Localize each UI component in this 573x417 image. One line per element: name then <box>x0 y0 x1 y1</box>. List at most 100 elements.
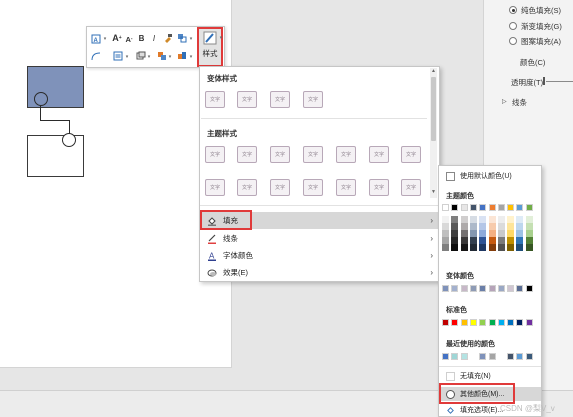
style-swatch[interactable]: 文字 <box>303 91 323 108</box>
style-swatch[interactable]: 文字 <box>205 146 225 163</box>
color-swatch[interactable] <box>469 216 477 223</box>
color-swatch[interactable] <box>460 223 468 230</box>
color-swatch[interactable] <box>442 216 449 223</box>
color-swatch[interactable] <box>469 204 477 211</box>
arrange-icon[interactable] <box>135 50 147 62</box>
shape-outline-icon[interactable] <box>176 50 188 62</box>
color-swatch[interactable] <box>451 244 459 251</box>
color-swatch[interactable] <box>469 285 477 292</box>
color-swatch[interactable] <box>442 244 449 251</box>
connector-line[interactable] <box>69 120 70 134</box>
connector-line[interactable] <box>40 120 70 121</box>
scroll-down-icon[interactable]: ▼ <box>430 189 437 195</box>
default-color-item[interactable]: 使用默认颜色(U) <box>439 169 541 183</box>
style-swatch[interactable]: 文字 <box>303 179 323 196</box>
color-swatch[interactable] <box>516 230 524 237</box>
chevron-down-icon[interactable]: ▾ <box>147 51 151 63</box>
bold-button[interactable]: B <box>137 32 146 44</box>
color-swatch[interactable] <box>497 204 505 211</box>
color-swatch[interactable] <box>488 319 496 326</box>
color-swatch[interactable] <box>525 353 533 360</box>
color-swatch[interactable] <box>507 319 515 326</box>
color-swatch[interactable] <box>479 285 487 292</box>
style-swatch[interactable]: 文字 <box>303 146 323 163</box>
color-swatch[interactable] <box>525 319 533 326</box>
color-swatch[interactable] <box>451 285 459 292</box>
gradient-fill-radio[interactable] <box>509 22 517 30</box>
color-swatch[interactable] <box>460 204 468 211</box>
color-swatch[interactable] <box>516 204 524 211</box>
color-swatch[interactable] <box>442 285 449 292</box>
color-swatch[interactable] <box>460 353 468 360</box>
italic-button[interactable]: I <box>150 32 158 44</box>
color-swatch[interactable] <box>488 230 496 237</box>
color-swatch[interactable] <box>479 319 487 326</box>
font-shrink-button[interactable]: A- <box>124 33 134 45</box>
color-swatch[interactable] <box>442 319 449 326</box>
curve-connector-icon[interactable] <box>90 50 102 62</box>
color-swatch[interactable] <box>525 244 533 251</box>
color-swatch[interactable] <box>451 216 459 223</box>
scroll-up-icon[interactable]: ▲ <box>430 68 437 74</box>
font-grow-button[interactable]: A + <box>112 32 122 44</box>
font-color-menu-item[interactable]: A 字体颜色 › <box>200 247 439 264</box>
quick-styles-icon[interactable] <box>176 32 188 44</box>
color-swatch[interactable] <box>507 230 515 237</box>
color-swatch[interactable] <box>479 216 487 223</box>
color-swatch[interactable] <box>497 223 505 230</box>
color-swatch[interactable] <box>479 230 487 237</box>
color-swatch[interactable] <box>442 353 449 360</box>
gradient-fill-label[interactable]: 渐变填充(G) <box>521 21 562 32</box>
color-swatch[interactable] <box>488 353 496 360</box>
align-icon[interactable] <box>112 50 124 62</box>
line-section-label[interactable]: 线条 <box>512 97 527 108</box>
color-swatch[interactable] <box>525 216 533 223</box>
color-swatch[interactable] <box>488 237 496 244</box>
pattern-fill-label[interactable]: 图案填充(A) <box>521 36 561 47</box>
format-painter-icon[interactable] <box>162 32 174 44</box>
color-swatch[interactable] <box>451 353 459 360</box>
style-swatch[interactable]: 文字 <box>401 146 421 163</box>
style-swatch[interactable]: 文字 <box>237 146 257 163</box>
transparency-slider[interactable] <box>546 81 573 82</box>
color-swatch[interactable] <box>516 237 524 244</box>
color-swatch[interactable] <box>497 237 505 244</box>
color-swatch[interactable] <box>516 285 524 292</box>
style-swatch[interactable]: 文字 <box>270 146 290 163</box>
color-swatch[interactable] <box>516 223 524 230</box>
color-swatch[interactable] <box>488 285 496 292</box>
style-swatch[interactable]: 文字 <box>369 146 389 163</box>
color-swatch[interactable] <box>442 223 449 230</box>
color-swatch[interactable] <box>497 216 505 223</box>
color-swatch[interactable] <box>460 216 468 223</box>
color-swatch[interactable] <box>451 237 459 244</box>
chevron-down-icon[interactable]: ▾ <box>219 32 223 44</box>
color-swatch[interactable] <box>497 230 505 237</box>
color-swatch[interactable] <box>479 204 487 211</box>
color-swatch[interactable] <box>469 223 477 230</box>
color-swatch[interactable] <box>460 244 468 251</box>
solid-fill-radio[interactable] <box>509 6 517 14</box>
style-swatch[interactable]: 文字 <box>237 91 257 108</box>
style-swatch[interactable]: 文字 <box>205 179 225 196</box>
style-swatch[interactable]: 文字 <box>401 179 421 196</box>
color-swatch[interactable] <box>525 223 533 230</box>
chevron-down-icon[interactable]: ▾ <box>189 33 193 45</box>
color-swatch[interactable] <box>507 353 515 360</box>
color-swatch[interactable] <box>451 204 459 211</box>
color-swatch[interactable] <box>497 285 505 292</box>
style-swatch[interactable]: 文字 <box>270 91 290 108</box>
color-swatch[interactable] <box>469 237 477 244</box>
color-swatch[interactable] <box>460 319 468 326</box>
color-swatch[interactable] <box>525 237 533 244</box>
color-swatch[interactable] <box>516 319 524 326</box>
style-swatch[interactable]: 文字 <box>237 179 257 196</box>
color-swatch[interactable] <box>497 244 505 251</box>
shape-fill-icon[interactable] <box>156 50 168 62</box>
effects-menu-item[interactable]: 效果(E) › <box>200 264 439 281</box>
color-swatch[interactable] <box>479 237 487 244</box>
circle-shape-top[interactable] <box>34 92 48 106</box>
pattern-fill-radio[interactable] <box>509 37 517 45</box>
no-fill-item[interactable]: 无填充(N) <box>439 369 541 383</box>
color-swatch[interactable] <box>507 285 515 292</box>
